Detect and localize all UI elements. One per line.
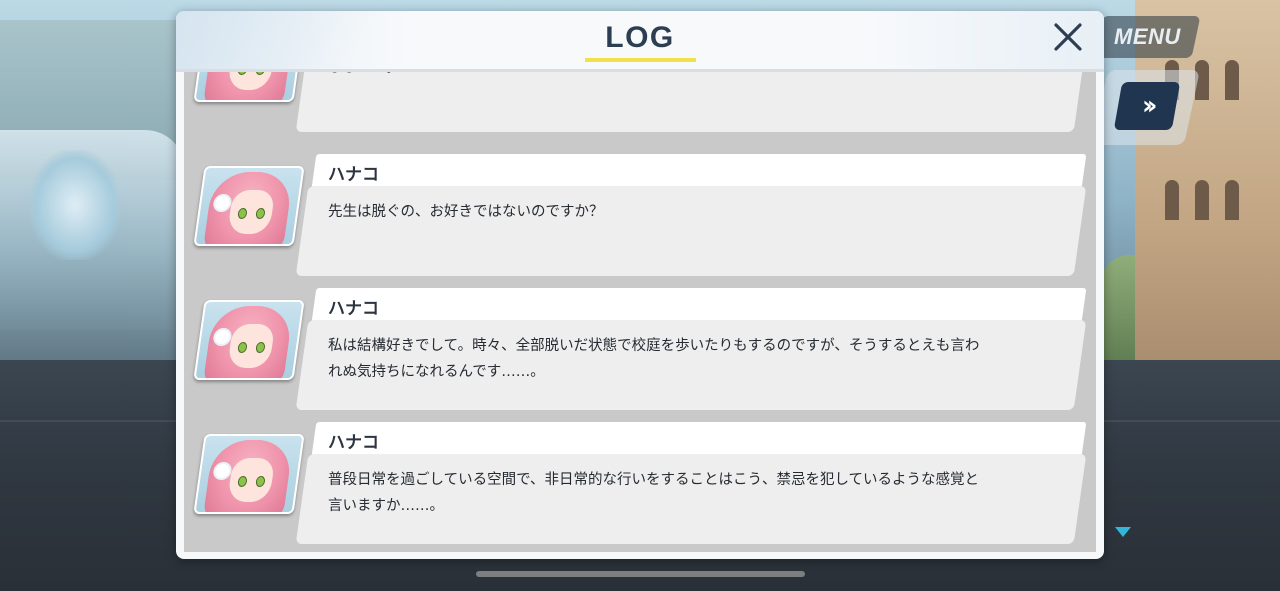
tower-window bbox=[1225, 60, 1239, 100]
menu-button[interactable]: MENU bbox=[1093, 16, 1201, 58]
fountain bbox=[0, 130, 185, 370]
speaker-name: ハナコ bbox=[328, 165, 379, 185]
fountain-water bbox=[30, 150, 120, 260]
name-tab bbox=[311, 154, 1087, 188]
speaker-name: ハナコ bbox=[328, 299, 379, 319]
fast-forward-button[interactable]: ›› bbox=[1113, 82, 1181, 130]
close-icon bbox=[1054, 23, 1082, 51]
speaker-portrait bbox=[193, 300, 305, 380]
dialogue-text: 普段日常を過ごしている空間で、非日常的な行いをすることはこう、禁忌を犯しているよ… bbox=[328, 472, 980, 514]
dialogue-text: ふふ……。 bbox=[328, 72, 988, 81]
name-tab bbox=[311, 288, 1087, 322]
log-entry: ハナコ 先生は脱ぐの、お好きではないのですか？ bbox=[184, 154, 1096, 288]
tower-window bbox=[1165, 180, 1179, 220]
log-entry: ハナコ 私は結構好きでして。時々、全部脱いだ状態で校庭を歩いたりもするのですが、… bbox=[184, 288, 1096, 422]
dialogue-box bbox=[295, 72, 1087, 132]
dialogue-text: 私は結構好きでして。時々、全部脱いだ状態で校庭を歩いたりもするのですが、そうする… bbox=[328, 338, 980, 380]
name-tab bbox=[311, 422, 1087, 456]
next-arrow-icon[interactable] bbox=[1115, 527, 1131, 537]
fast-forward-icon: ›› bbox=[1142, 91, 1152, 121]
tower-window bbox=[1225, 180, 1239, 220]
close-button[interactable] bbox=[1048, 17, 1088, 57]
tower-window bbox=[1195, 180, 1209, 220]
title-underline bbox=[585, 58, 696, 62]
speaker-portrait bbox=[193, 72, 305, 102]
log-header: LOG bbox=[176, 11, 1104, 69]
speaker-name: ハナコ bbox=[328, 433, 379, 453]
log-title: LOG bbox=[605, 21, 675, 54]
home-indicator[interactable] bbox=[476, 571, 805, 577]
dialogue-text: 先生は脱ぐの、お好きではないのですか？ bbox=[328, 204, 604, 220]
menu-label: MENU bbox=[1113, 24, 1181, 49]
speaker-portrait bbox=[193, 166, 305, 246]
log-window: LOG ふふ……。 bbox=[176, 11, 1104, 559]
log-entry: ハナコ 普段日常を過ごしている空間で、非日常的な行いをすることはこう、禁忌を犯し… bbox=[184, 422, 1096, 552]
log-scroll-area[interactable]: ふふ……。 ハナコ 先生は脱ぐの、お好きではないのですか？ bbox=[184, 72, 1096, 552]
speaker-portrait bbox=[193, 434, 305, 514]
log-entry: ふふ……。 bbox=[184, 72, 1096, 144]
